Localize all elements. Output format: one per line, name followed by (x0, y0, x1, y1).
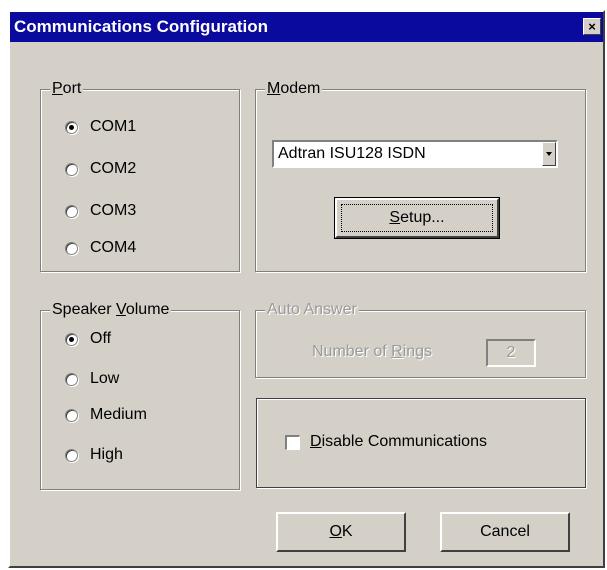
ok-button[interactable]: OK (276, 512, 406, 552)
speaker-option-off[interactable]: Off (65, 328, 111, 350)
port-option-com2[interactable]: COM2 (65, 158, 136, 180)
communications-configuration-dialog: Communications Configuration × Port COM1… (8, 10, 605, 568)
port-option-label: COM2 (90, 160, 137, 177)
chevron-down-icon[interactable] (542, 142, 556, 166)
port-option-label: COM3 (90, 202, 137, 219)
radio-button[interactable] (65, 162, 78, 176)
radio-button[interactable] (65, 448, 78, 462)
speaker-option-high[interactable]: High (65, 444, 123, 466)
radio-button[interactable] (65, 241, 78, 255)
window-title: Communications Configuration (14, 17, 269, 36)
speaker-option-low[interactable]: Low (65, 368, 119, 390)
radio-button[interactable] (65, 408, 78, 422)
modem-select[interactable]: Adtran ISU128 ISDN (272, 140, 558, 168)
port-group: Port COM1 COM2 COM3 COM4 (40, 79, 240, 272)
port-option-label: COM4 (90, 239, 137, 256)
radio-button-checked[interactable] (65, 332, 78, 346)
title-bar: Communications Configuration × (10, 12, 603, 42)
close-button[interactable]: × (583, 18, 601, 35)
disable-communications-label: Disable Communications (310, 433, 487, 450)
speaker-volume-group-label: Speaker Volume (50, 300, 172, 320)
auto-answer-group-label: Auto Answer (265, 300, 359, 320)
disable-communications-panel: Disable Communications (256, 398, 586, 488)
focus-rectangle (341, 204, 493, 232)
modem-group: Modem Adtran ISU128 ISDN Setup... (255, 79, 586, 272)
setup-button[interactable]: Setup... (334, 197, 500, 239)
radio-button[interactable] (65, 372, 78, 386)
number-of-rings-field: 2 (486, 339, 536, 367)
disable-communications-checkbox[interactable] (285, 434, 300, 450)
speaker-option-medium[interactable]: Medium (65, 404, 147, 426)
cancel-button[interactable]: Cancel (440, 512, 570, 552)
port-group-label: Port (50, 79, 84, 99)
radio-button-checked[interactable] (65, 120, 78, 134)
port-option-com3[interactable]: COM3 (65, 200, 136, 222)
port-option-com1[interactable]: COM1 (65, 116, 136, 138)
disable-communications-checkbox-row[interactable]: Disable Communications (285, 433, 487, 451)
speaker-option-label: Medium (90, 406, 147, 423)
modem-select-value: Adtran ISU128 ISDN (278, 145, 426, 162)
speaker-option-label: High (90, 446, 123, 463)
speaker-option-label: Low (90, 370, 120, 387)
port-option-com4[interactable]: COM4 (65, 237, 136, 259)
auto-answer-group: Auto Answer Number of Rings 2 (255, 300, 586, 378)
close-icon: × (588, 19, 596, 34)
port-option-label: COM1 (90, 118, 137, 135)
radio-button[interactable] (65, 204, 78, 218)
speaker-option-label: Off (90, 330, 112, 347)
modem-group-label: Modem (265, 79, 323, 99)
speaker-volume-group: Speaker Volume Off Low Medium High (40, 300, 240, 490)
number-of-rings-label: Number of Rings (312, 343, 433, 360)
